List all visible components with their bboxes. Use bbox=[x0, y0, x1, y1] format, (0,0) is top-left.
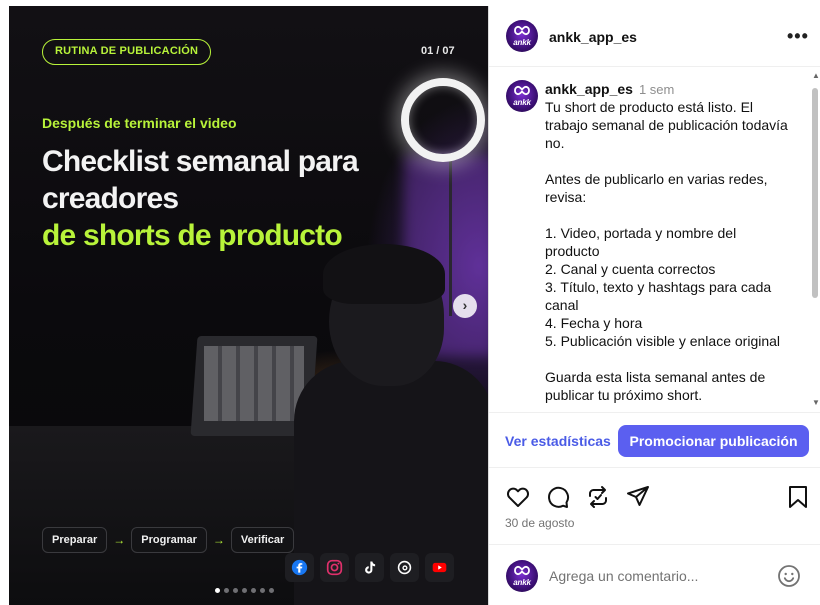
caption-line: 4. Fecha y hora bbox=[545, 315, 643, 331]
carousel-dot[interactable] bbox=[251, 588, 256, 593]
caption-line: no. bbox=[545, 135, 565, 151]
scroll-down-icon[interactable]: ▼ bbox=[812, 398, 820, 407]
logo-icon bbox=[514, 566, 530, 575]
share-icon[interactable] bbox=[625, 484, 651, 510]
post-header: ankk ankk_app_es ••• bbox=[489, 6, 820, 67]
avatar[interactable]: ankk bbox=[506, 80, 538, 112]
arrow-right-icon: → bbox=[212, 533, 225, 547]
post-viewer: RUTINA DE PUBLICACIÓN 01 / 07 Después de… bbox=[0, 0, 820, 605]
caption-text: Tu short de producto está listo. El traba… bbox=[545, 98, 795, 404]
headline-line-1: Checklist semanal para bbox=[42, 145, 359, 178]
next-slide-button[interactable]: › bbox=[453, 294, 477, 318]
caption-line bbox=[545, 206, 795, 224]
slide-counter: 01 / 07 bbox=[421, 45, 455, 57]
caption-line: 2. Canal y cuenta correctos bbox=[545, 261, 716, 277]
caption-line: canal bbox=[545, 297, 579, 313]
comment-meta: ankk_app_es 1 sem bbox=[545, 81, 674, 97]
post-media[interactable]: RUTINA DE PUBLICACIÓN 01 / 07 Después de… bbox=[9, 6, 488, 605]
caption-line: revisa: bbox=[545, 189, 587, 205]
headline-line-3: de shorts de producto bbox=[42, 219, 343, 252]
logo-icon bbox=[514, 26, 530, 35]
header-username[interactable]: ankk_app_es bbox=[549, 29, 637, 45]
comment-username[interactable]: ankk_app_es bbox=[545, 81, 633, 97]
repost-icon[interactable] bbox=[585, 484, 611, 510]
caption-line: Antes de publicarlo en varias redes, bbox=[545, 171, 768, 187]
headline-line-2: creadores bbox=[42, 182, 179, 215]
insights-bar: Ver estadísticas Promocionar publicación bbox=[489, 412, 820, 468]
view-stats-link[interactable]: Ver estadísticas bbox=[505, 433, 611, 449]
threads-icon bbox=[390, 553, 419, 582]
emoji-icon[interactable] bbox=[777, 564, 801, 588]
heart-icon[interactable] bbox=[505, 484, 531, 510]
carousel-dot[interactable] bbox=[224, 588, 229, 593]
tiktok-icon bbox=[355, 553, 384, 582]
post-date: 30 de agosto bbox=[505, 516, 575, 530]
avatar-text: ankk bbox=[513, 38, 531, 47]
caption-line: trabajo semanal de publicación todavía bbox=[545, 117, 788, 133]
caption-line: publicar tu próximo short. bbox=[545, 387, 703, 403]
carousel-dot[interactable] bbox=[242, 588, 247, 593]
comment-time: 1 sem bbox=[638, 82, 675, 97]
caption-comment: ankk ankk_app_es 1 sem Tu short de produc… bbox=[489, 68, 820, 411]
caption-line: Tu short de producto está listo. El bbox=[545, 99, 754, 115]
caption-line: producto bbox=[545, 243, 600, 259]
chevron-right-icon: › bbox=[462, 297, 468, 313]
caption-line: 3. Título, texto y hashtags para cada bbox=[545, 279, 772, 295]
workflow-steps: Preparar → Programar → Verificar bbox=[42, 527, 295, 553]
add-comment-row: ankk bbox=[489, 544, 820, 605]
arrow-right-icon: → bbox=[113, 533, 126, 547]
avatar-text: ankk bbox=[513, 98, 531, 107]
slide-kicker: Después de terminar el video bbox=[42, 115, 237, 131]
caption-line: 5. Publicación visible y enlace original bbox=[545, 333, 781, 349]
carousel-dot[interactable] bbox=[269, 588, 274, 593]
step-schedule: Programar bbox=[131, 527, 207, 553]
instagram-icon bbox=[320, 553, 349, 582]
routine-badge: RUTINA DE PUBLICACIÓN bbox=[42, 39, 212, 65]
more-options-icon[interactable]: ••• bbox=[787, 26, 809, 47]
ring-light bbox=[401, 78, 485, 162]
carousel-dot[interactable] bbox=[233, 588, 238, 593]
light-stand bbox=[449, 156, 452, 316]
social-icons bbox=[285, 553, 454, 582]
carousel-dot[interactable] bbox=[215, 588, 220, 593]
comment-icon[interactable] bbox=[545, 484, 571, 510]
post-sidebar: ankk ankk_app_es ••• ankk ankk_app_es 1 s… bbox=[488, 6, 820, 605]
step-prepare: Preparar bbox=[42, 527, 108, 553]
avatar: ankk bbox=[506, 560, 538, 592]
logo-icon bbox=[514, 86, 530, 95]
laptop-screen bbox=[204, 346, 304, 421]
youtube-icon bbox=[425, 553, 454, 582]
caption-line bbox=[545, 350, 795, 368]
avatar-text: ankk bbox=[513, 578, 531, 587]
caption-scrollbar[interactable]: ▲ ▼ bbox=[811, 68, 820, 411]
facebook-icon bbox=[285, 553, 314, 582]
bookmark-icon[interactable] bbox=[785, 484, 811, 510]
step-verify: Verificar bbox=[230, 527, 295, 553]
scroll-up-icon[interactable]: ▲ bbox=[812, 71, 820, 80]
comment-input[interactable] bbox=[549, 565, 769, 587]
avatar[interactable]: ankk bbox=[506, 20, 538, 52]
caption-line: 1. Video, portada y nombre del bbox=[545, 225, 737, 241]
caption-line: Guarda esta lista semanal antes de bbox=[545, 369, 766, 385]
slide-headline: Checklist semanal para creadores de shor… bbox=[42, 143, 359, 254]
post-actions bbox=[505, 484, 809, 510]
promote-post-button[interactable]: Promocionar publicación bbox=[618, 425, 809, 457]
scrollbar-thumb[interactable] bbox=[812, 88, 818, 298]
carousel-dot[interactable] bbox=[260, 588, 265, 593]
carousel-dots bbox=[215, 588, 274, 593]
caption-line bbox=[545, 152, 795, 170]
